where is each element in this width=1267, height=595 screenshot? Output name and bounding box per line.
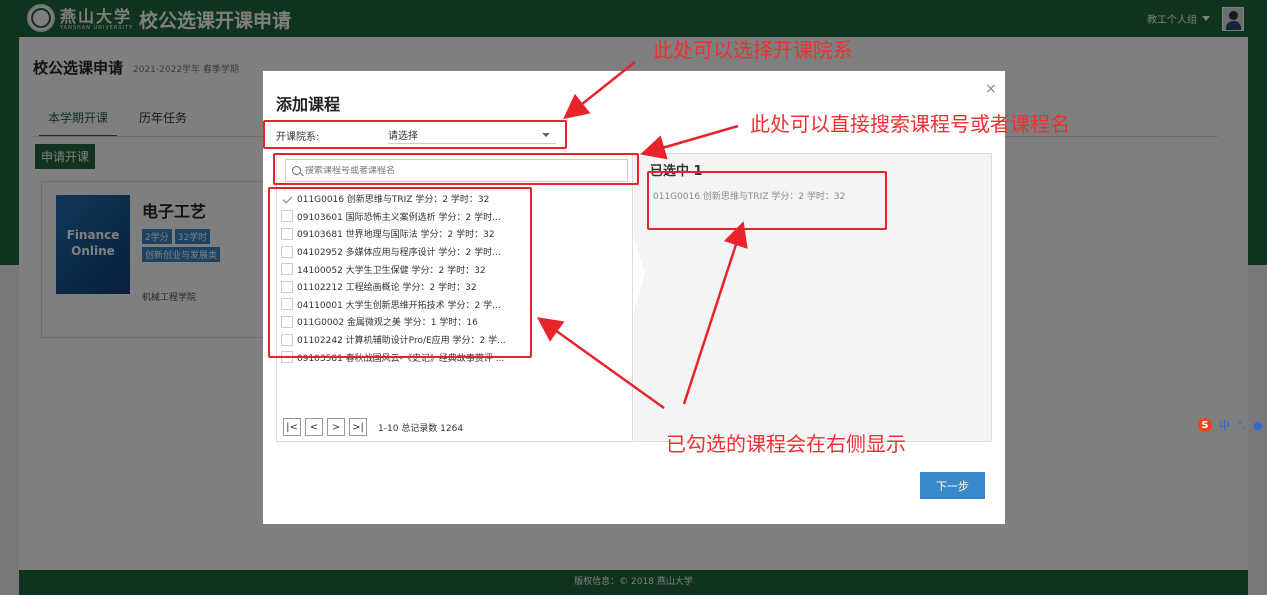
dialog-title: 添加课程 [276,95,341,114]
first-page-button[interactable]: |< [283,418,301,436]
annotation-box-search [273,153,639,185]
ime-mode-toggle[interactable]: 中 [1219,417,1230,433]
next-page-button[interactable]: > [327,418,345,436]
annotation-box-selected [647,171,887,230]
next-step-button[interactable]: 下一步 [920,472,985,499]
last-page-button[interactable]: >| [349,418,367,436]
transfer-arrow [633,234,645,314]
annotation-selected-text: 已勾选的课程会在右侧显示 [666,432,906,456]
annotation-search-text: 此处可以直接搜索课程号或者课程名 [750,112,1070,136]
annotation-department-text: 此处可以选择开课院系 [653,38,853,62]
sogou-ime-icon[interactable]: S [1198,418,1212,432]
annotation-box-department [263,120,567,149]
ime-toolbar[interactable]: S 中 °, ● ▦ ▪ [1198,415,1267,435]
microphone-icon[interactable]: ● [1253,419,1263,432]
annotation-box-course-list [268,187,532,358]
prev-page-button[interactable]: < [305,418,323,436]
close-icon[interactable]: × [985,81,997,97]
pagination: |< < > >| 1-10 总记录数 1264 [283,418,463,436]
pagination-summary: 1-10 总记录数 1264 [378,423,464,434]
punctuation-icon[interactable]: °, [1237,419,1246,432]
